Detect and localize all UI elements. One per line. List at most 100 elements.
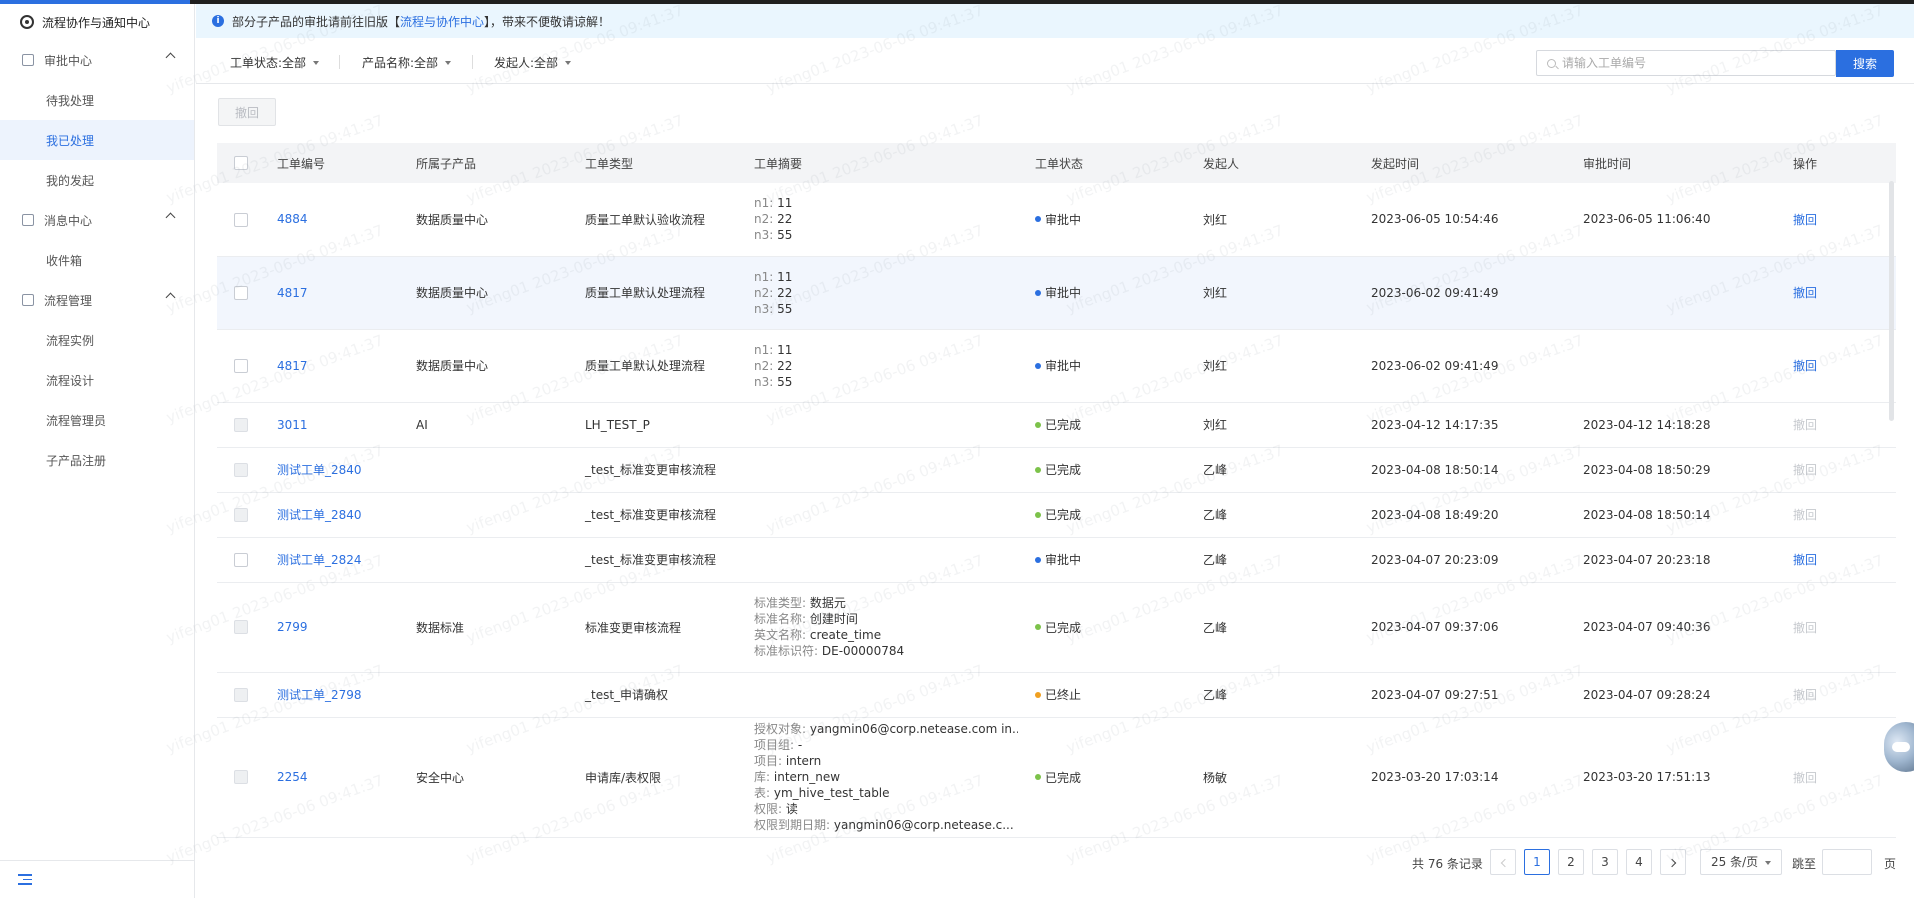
withdraw-link[interactable]: 撤回 <box>1793 418 1817 432</box>
sidebar-item[interactable]: 我的发起 <box>0 160 194 200</box>
row-checkbox[interactable] <box>234 620 248 635</box>
row-checkbox[interactable] <box>234 462 248 477</box>
sidebar-item[interactable]: 流程实例 <box>0 320 194 360</box>
sidebar-item[interactable]: 流程管理员 <box>0 400 194 440</box>
table-row[interactable]: 4884 数据质量中心 质量工单默认验收流程 n1: 11 n2: 22 n3: 55 审批… <box>217 183 1896 257</box>
ticket-id-cell: 测试工单_2824 <box>260 537 399 583</box>
search-input[interactable] <box>1562 56 1822 70</box>
page-button-2[interactable]: 2 <box>1558 849 1584 875</box>
row-checkbox[interactable] <box>234 358 248 373</box>
row-checkbox[interactable] <box>234 285 248 300</box>
summary-key: n1: <box>754 269 774 284</box>
withdraw-link[interactable]: 撤回 <box>1793 621 1817 635</box>
initiator-cell: 乙峰 <box>1186 492 1354 538</box>
withdraw-link[interactable]: 撤回 <box>1793 213 1817 227</box>
ticket-id-link[interactable]: 测试工单_2798 <box>277 688 362 702</box>
withdraw-link[interactable]: 撤回 <box>1793 463 1817 477</box>
page-button-4[interactable]: 4 <box>1626 849 1652 875</box>
select-all-checkbox[interactable] <box>234 156 248 171</box>
type-cell: LH_TEST_P <box>568 402 737 448</box>
jump-page-input[interactable] <box>1822 849 1872 875</box>
status-dot-icon <box>1035 774 1041 780</box>
initiator-cell: 乙峰 <box>1186 447 1354 493</box>
action-cell: 撤回 <box>1776 492 1896 538</box>
table-scrollbar[interactable] <box>1889 181 1894 421</box>
status-filter[interactable]: 工单状态:全部 <box>230 54 320 71</box>
ticket-id-link[interactable]: 4817 <box>277 286 308 300</box>
table-row[interactable]: 2799 数据标准 标准变更审核流程 标准类型: 数据元 标准名称: 创建时间 英文名称:… <box>217 582 1896 673</box>
ticket-id-cell: 测试工单_2840 <box>260 447 399 493</box>
page-button-1[interactable]: 1 <box>1524 849 1550 875</box>
table-row[interactable]: 3011 AI LH_TEST_P 已完成 刘红 2023-04-12 14:17:35 2… <box>217 402 1896 448</box>
ticket-id-link[interactable]: 测试工单_2824 <box>277 553 362 567</box>
table-row[interactable]: 测试工单_2840 _test_标准变更审核流程 已完成 乙峰 2023-04-08 1… <box>217 447 1896 493</box>
menu-group-2[interactable]: 流程管理 <box>0 280 194 320</box>
ticket-id-cell: 4817 <box>260 256 399 330</box>
ticket-id-link[interactable]: 3011 <box>277 418 308 432</box>
pagination: 共 76 条记录 1 2 3 4 25 条/页 跳至 页 <box>196 847 1914 877</box>
row-checkbox[interactable] <box>234 417 248 432</box>
start-time-cell: 2023-04-12 14:17:35 <box>1354 402 1566 448</box>
chevron-left-icon <box>1500 858 1509 868</box>
summary-key: 标准标识符: <box>754 644 819 658</box>
sidebar-item[interactable]: 子产品注册 <box>0 440 194 480</box>
approve-time-cell <box>1566 329 1776 403</box>
row-select-cell <box>217 447 260 493</box>
withdraw-link[interactable]: 撤回 <box>1793 771 1817 785</box>
menu-group-0[interactable]: 审批中心 <box>0 40 194 80</box>
initiator-filter[interactable]: 发起人:全部 <box>494 54 572 71</box>
ticket-id-link[interactable]: 测试工单_2840 <box>277 463 362 477</box>
next-page-button[interactable] <box>1660 849 1686 875</box>
ticket-id-link[interactable]: 4884 <box>277 212 308 226</box>
page-size-label: 25 条/页 <box>1711 855 1759 869</box>
ticket-id-link[interactable]: 2799 <box>277 620 308 634</box>
sidebar-collapse-button[interactable] <box>0 860 194 898</box>
withdraw-link[interactable]: 撤回 <box>1793 286 1817 300</box>
batch-withdraw-button[interactable]: 撤回 <box>218 98 276 126</box>
table-row[interactable]: 2254 安全中心 申请库/表权限 授权对象: yangmin06@corp.nete… <box>217 717 1896 838</box>
process-icon <box>22 294 34 306</box>
prev-page-button[interactable] <box>1490 849 1516 875</box>
row-checkbox[interactable] <box>234 687 248 702</box>
menu-collapse-icon[interactable] <box>18 874 32 885</box>
product-filter[interactable]: 产品名称:全部 <box>362 54 452 71</box>
summary-line: n2: 22 <box>754 211 1018 227</box>
withdraw-link[interactable]: 撤回 <box>1793 359 1817 373</box>
row-checkbox[interactable] <box>234 507 248 522</box>
summary-line: 标准类型: 数据元 <box>754 595 1018 611</box>
ticket-id-link[interactable]: 2254 <box>277 770 308 784</box>
withdraw-link[interactable]: 撤回 <box>1793 553 1817 567</box>
table-row[interactable]: 测试工单_2824 _test_标准变更审核流程 审批中 乙峰 2023-04-07 2… <box>217 537 1896 583</box>
summary-key: 权限到期日期: <box>754 818 831 832</box>
notice-link[interactable]: 流程与协作中心 <box>400 13 484 30</box>
table-row[interactable]: 4817 数据质量中心 质量工单默认处理流程 n1: 11 n2: 22 n3: 55 审批… <box>217 329 1896 403</box>
sidebar-item[interactable]: 待我处理 <box>0 80 194 120</box>
assistant-avatar-icon[interactable] <box>1884 722 1914 772</box>
search-button[interactable]: 搜索 <box>1836 50 1894 77</box>
menu-group-1[interactable]: 消息中心 <box>0 200 194 240</box>
summary-key: 项目: <box>754 754 783 768</box>
table-row[interactable]: 测试工单_2798 _test_申请确权 已终止 乙峰 2023-04-07 09:27… <box>217 672 1896 718</box>
sidebar-item[interactable]: 收件箱 <box>0 240 194 280</box>
withdraw-link[interactable]: 撤回 <box>1793 508 1817 522</box>
chevron-down-icon <box>445 60 452 65</box>
page-unit-label: 页 <box>1884 857 1897 871</box>
page-size-select[interactable]: 25 条/页 <box>1700 849 1782 875</box>
product-cell: 数据质量中心 <box>399 256 568 330</box>
withdraw-link[interactable]: 撤回 <box>1793 688 1817 702</box>
row-checkbox[interactable] <box>234 552 248 567</box>
status-cell: 审批中 <box>1018 183 1186 257</box>
sidebar-item[interactable]: 流程设计 <box>0 360 194 400</box>
summary-cell: 授权对象: yangmin06@corp.netease.com in... 项目… <box>737 717 1018 838</box>
table-row[interactable]: 4817 数据质量中心 质量工单默认处理流程 n1: 11 n2: 22 n3: 55 审批… <box>217 256 1896 330</box>
summary-key: 库: <box>754 770 771 784</box>
page-button-3[interactable]: 3 <box>1592 849 1618 875</box>
table-row[interactable]: 测试工单_2840 _test_标准变更审核流程 已完成 乙峰 2023-04-08 1… <box>217 492 1896 538</box>
app-title-text: 流程协作与通知中心 <box>42 15 151 30</box>
ticket-id-link[interactable]: 测试工单_2840 <box>277 508 362 522</box>
sidebar-item[interactable]: 我已处理 <box>0 120 194 160</box>
row-checkbox[interactable] <box>234 212 248 227</box>
row-checkbox[interactable] <box>234 770 248 785</box>
ticket-id-link[interactable]: 4817 <box>277 359 308 373</box>
table-header-row: 工单编号 所属子产品 工单类型 工单摘要 工单状态 发起人 发起时间 审批时间 … <box>217 143 1896 183</box>
